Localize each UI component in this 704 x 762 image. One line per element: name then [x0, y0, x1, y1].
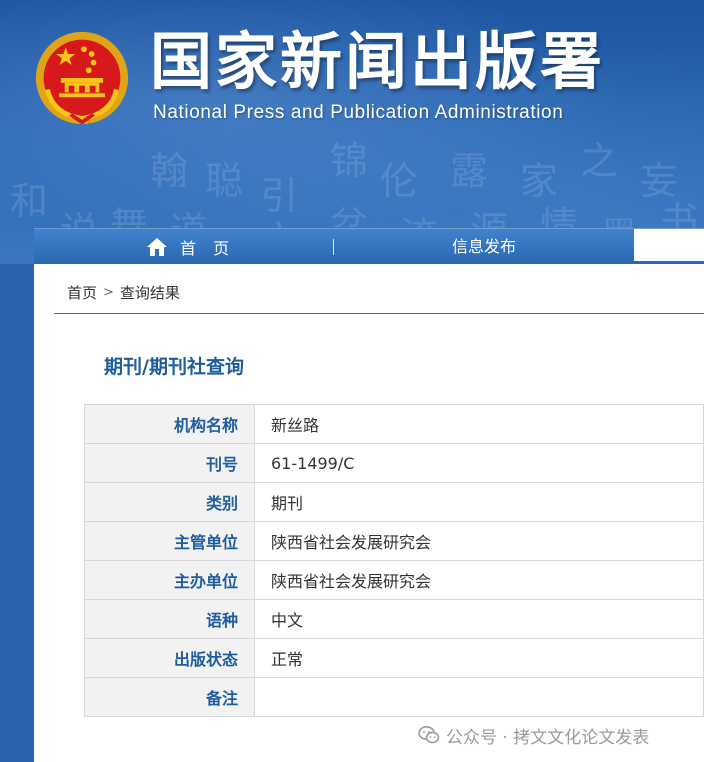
- main-content: 首页 > 查询结果 期刊/期刊社查询 机构名称 新丝路 刊号 61-1499/C…: [34, 264, 704, 762]
- row-label-status: 出版状态: [84, 638, 255, 678]
- watermark-text: 公众号 · 拷文文化论文发表: [446, 727, 650, 748]
- site-title: 国家新闻出版署: [150, 25, 606, 98]
- wechat-icon: [418, 726, 440, 744]
- row-label-sponsor: 主办单位: [84, 560, 255, 600]
- section-title: 期刊/期刊社查询: [104, 356, 244, 378]
- table-row: 机构名称 新丝路: [84, 404, 704, 444]
- row-value-sponsor: 陕西省社会发展研究会: [254, 560, 704, 600]
- row-value-remarks: [254, 677, 704, 717]
- breadcrumb-divider: [54, 313, 704, 314]
- row-value-status: 正常: [254, 638, 704, 678]
- row-label-supervisor: 主管单位: [84, 521, 255, 561]
- header-banner: 翰聪引锦伦露家之妄和说舞道文盆流源情墨书 国家新闻出版署 National Pr…: [0, 0, 704, 264]
- row-value-org-name: 新丝路: [254, 404, 704, 444]
- nav-home-label: 首 页: [180, 239, 236, 258]
- background-glyph: 露: [450, 149, 489, 193]
- row-value-supervisor: 陕西省社会发展研究会: [254, 521, 704, 561]
- background-glyph: 翰: [150, 149, 189, 193]
- table-row: 主办单位 陕西省社会发展研究会: [84, 560, 704, 600]
- table-row: 备注: [84, 677, 704, 717]
- nav-divider: [333, 239, 334, 255]
- table-row: 语种 中文: [84, 599, 704, 639]
- background-glyph: 聪: [205, 159, 244, 203]
- table-row: 类别 期刊: [84, 482, 704, 522]
- wechat-watermark: 公众号 · 拷文文化论文发表: [418, 722, 649, 748]
- row-value-language: 中文: [254, 599, 704, 639]
- journal-info-table: 机构名称 新丝路 刊号 61-1499/C 类别 期刊 主管单位 陕西省社会发展…: [84, 404, 704, 717]
- row-label-org-name: 机构名称: [84, 404, 255, 444]
- row-value-issn: 61-1499/C: [254, 443, 704, 483]
- nav-active-tab[interactable]: [634, 229, 704, 261]
- nav-news-link[interactable]: 信息发布: [452, 229, 516, 264]
- main-navbar: 首 页 信息发布: [34, 228, 704, 264]
- home-icon: [147, 238, 167, 256]
- row-label-language: 语种: [84, 599, 255, 639]
- site-subtitle: National Press and Publication Administr…: [153, 102, 564, 123]
- row-label-category: 类别: [84, 482, 255, 522]
- table-row: 出版状态 正常: [84, 638, 704, 678]
- background-glyph: 和: [10, 179, 49, 223]
- background-glyph: 伦: [380, 159, 419, 203]
- nav-home-link[interactable]: 首 页: [146, 229, 235, 264]
- row-value-category: 期刊: [254, 482, 704, 522]
- background-glyph: 之: [580, 139, 619, 183]
- background-glyph: 锦: [330, 139, 369, 183]
- row-label-remarks: 备注: [84, 677, 255, 717]
- breadcrumb-current: 查询结果: [119, 284, 180, 302]
- national-emblem-icon: [35, 31, 129, 125]
- breadcrumb: 首页 > 查询结果: [67, 282, 180, 303]
- row-label-issn: 刊号: [84, 443, 255, 483]
- breadcrumb-home-link[interactable]: 首页: [67, 282, 97, 303]
- table-row: 刊号 61-1499/C: [84, 443, 704, 483]
- table-row: 主管单位 陕西省社会发展研究会: [84, 521, 704, 561]
- breadcrumb-separator: >: [103, 285, 114, 300]
